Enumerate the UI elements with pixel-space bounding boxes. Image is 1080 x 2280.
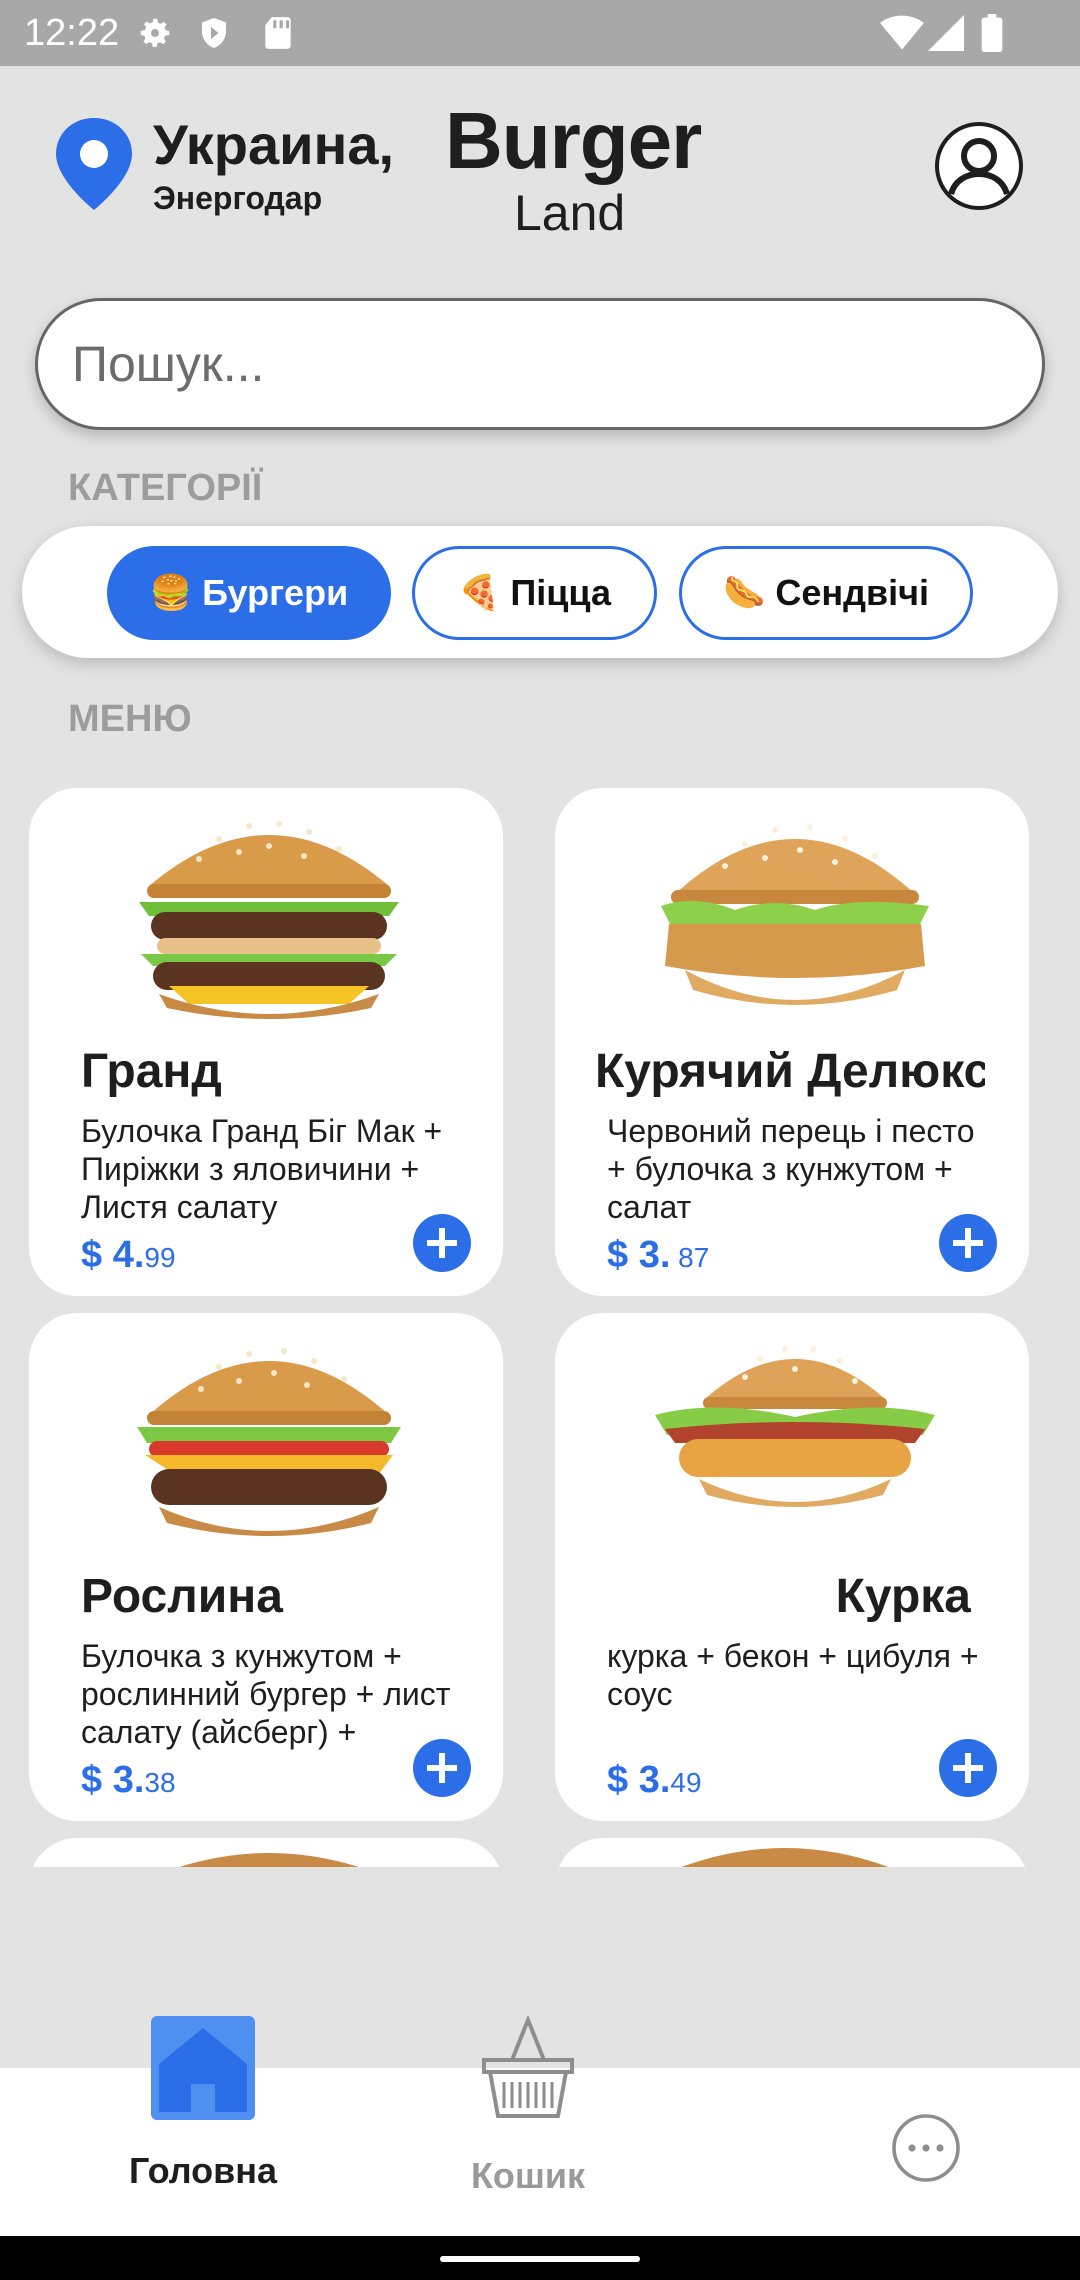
profile-button[interactable]	[935, 122, 1023, 210]
battery-icon	[981, 14, 1003, 52]
nav-label-home: Головна	[129, 2150, 277, 2191]
menu-item-card[interactable]	[555, 1838, 1029, 1867]
category-chip-sandwiches[interactable]: 🌭 Сендвічі	[679, 546, 973, 640]
settings-icon	[140, 18, 170, 47]
menu-item-description: Червоний перець і песто + булочка з кунж…	[607, 1113, 975, 1225]
nav-item-more[interactable]	[890, 2112, 962, 2189]
burger-image	[661, 824, 929, 1005]
category-chip-pizza[interactable]: 🍕 Піцца	[412, 546, 657, 640]
burger-image	[655, 1346, 935, 1507]
add-to-cart-button[interactable]	[413, 1739, 471, 1797]
brand-title: Burger	[445, 96, 702, 185]
menu-grid[interactable]: Гранд Булочка Гранд Біг Мак + Пиріжки з …	[0, 770, 1080, 1867]
categories-heading: КАТЕГОРІЇ	[68, 467, 263, 509]
search-bar[interactable]	[35, 298, 1045, 430]
burger-image	[681, 1848, 889, 1867]
category-label: Сендвічі	[775, 572, 929, 613]
home-icon	[159, 2028, 247, 2112]
menu-item-name: Гранд	[81, 1045, 222, 1098]
menu-item-card[interactable]	[29, 1838, 503, 1867]
location-country[interactable]: Украина,	[153, 112, 394, 177]
menu-item-name: Курячий Делюкс	[595, 1045, 985, 1098]
category-label: Бургери	[202, 572, 349, 613]
menu-item-card[interactable]: Рослина Булочка з кунжутом + рослинний б…	[29, 1313, 503, 1821]
category-bar: 🍔 Бургери 🍕 Піцца 🌭 Сендвічі	[22, 526, 1058, 658]
status-time: 12:22	[24, 12, 120, 54]
category-chip-burgers[interactable]: 🍔 Бургери	[107, 546, 391, 640]
signal-icon	[928, 15, 964, 51]
bottom-navigation: Головна Кошик	[0, 2014, 1080, 2236]
nav-item-cart[interactable]: Кошик	[415, 2014, 641, 2197]
home-indicator[interactable]	[440, 2256, 640, 2262]
burger-image	[139, 821, 399, 1019]
location-pin-icon[interactable]	[54, 118, 134, 210]
pizza-icon: 🍕	[458, 574, 501, 612]
category-label: Піцца	[510, 572, 611, 613]
profile-icon	[948, 138, 1010, 196]
more-icon	[892, 2114, 960, 2182]
burger-icon: 🍔	[149, 574, 193, 612]
add-to-cart-button[interactable]	[939, 1739, 997, 1797]
menu-item-name: Курка	[835, 1570, 971, 1623]
menu-item-price: $ 3.49	[607, 1759, 702, 1801]
menu-item-card[interactable]: Курячий Делюкс Червоний перець і песто +…	[555, 788, 1029, 1296]
burger-image	[179, 1853, 359, 1867]
menu-item-card[interactable]: Гранд Булочка Гранд Біг Мак + Пиріжки з …	[29, 788, 503, 1296]
menu-item-name: Рослина	[81, 1570, 283, 1623]
menu-heading: МЕНЮ	[68, 698, 192, 740]
search-input[interactable]	[70, 334, 970, 394]
location-city[interactable]: Энергодар	[153, 180, 322, 217]
nav-item-home[interactable]: Головна	[90, 2016, 316, 2192]
shield-icon	[202, 18, 226, 48]
menu-item-description: Булочка з кунжутом + рослинний бургер + …	[81, 1638, 451, 1750]
nav-label-cart: Кошик	[470, 2155, 586, 2196]
menu-item-description: курка + бекон + цибуля + соус	[607, 1638, 979, 1712]
menu-item-price: $ 4.99	[81, 1234, 176, 1276]
basket-icon	[482, 2014, 574, 2118]
menu-item-price: $ 3.38	[81, 1759, 176, 1801]
menu-item-card[interactable]: Курка курка + бекон + цибуля + соус $ 3.…	[555, 1313, 1029, 1821]
add-to-cart-button[interactable]	[413, 1214, 471, 1272]
wifi-icon	[880, 15, 924, 50]
status-bar: 12:22	[0, 0, 1080, 66]
brand-subtitle: Land	[514, 185, 626, 241]
burger-image	[137, 1348, 401, 1536]
menu-item-description: Булочка Гранд Біг Мак + Пиріжки з ялович…	[81, 1113, 443, 1225]
sd-card-icon	[265, 17, 291, 49]
menu-item-price: $ 3. 87	[607, 1234, 710, 1276]
hotdog-icon: 🌭	[723, 574, 766, 612]
add-to-cart-button[interactable]	[939, 1214, 997, 1272]
